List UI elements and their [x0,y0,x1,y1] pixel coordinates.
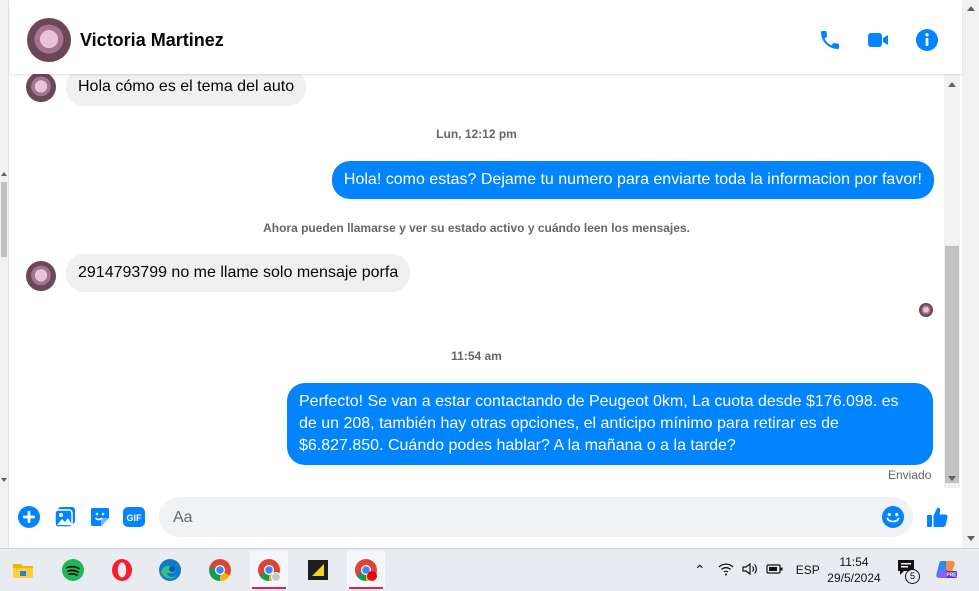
incoming-message[interactable]: Hola cómo es el tema del auto [66,74,307,106]
sender-avatar[interactable] [26,261,56,291]
scroll-up-arrow[interactable] [1,172,7,176]
gif-label: GIF [127,513,143,523]
message-composer: GIF [10,488,962,548]
message-input-container[interactable] [159,497,913,539]
message-timestamp: 11:54 am [451,349,502,363]
message-timestamp: Lun, 12:12 pm [436,127,517,141]
wifi-icon[interactable] [718,562,734,579]
page-scrollbar[interactable] [962,0,979,548]
chrome-icon[interactable] [201,551,239,589]
message-list-scrollbar[interactable] [944,74,960,488]
active-window-indicator [252,587,286,589]
scroll-up-arrow[interactable] [967,6,975,11]
message-list: Hola cómo es el tema del auto Lun, 12:12… [10,74,943,488]
copilot-icon[interactable]: PRE [934,558,958,582]
video-camera-icon[interactable] [866,28,890,52]
scroll-down-arrow[interactable] [967,536,975,541]
gif-icon[interactable]: GIF [122,505,146,529]
opera-icon[interactable] [103,551,141,589]
clock-time: 11:54 [839,555,869,569]
outgoing-message[interactable]: Hola! como estas? Dejame tu numero para … [331,161,934,199]
phone-icon[interactable] [818,28,842,52]
notification-count-badge: 5 [905,569,920,584]
scrollbar-thumb[interactable] [945,246,959,483]
incoming-message[interactable]: 2914793799 no me llame solo mensaje porf… [66,254,411,292]
photo-icon[interactable] [53,505,77,529]
notification-center-icon[interactable]: 5 [897,559,920,584]
system-clock[interactable]: 11:54 29/5/2024 [816,554,892,586]
edge-icon[interactable] [151,551,189,589]
message-line: $6.827.850. Cuándo podes hablar? A la ma… [299,437,736,454]
delivery-status: Enviado [888,468,932,482]
contact-avatar[interactable] [27,18,71,62]
speaker-icon[interactable] [742,562,758,579]
scroll-down-arrow[interactable] [948,476,956,481]
sticker-icon[interactable] [88,505,112,529]
scroll-down-arrow[interactable] [1,478,7,482]
windows-taskbar: ⌃ ESP 11:54 29/5/2024 5 PRE [0,548,979,591]
thumbs-up-icon[interactable] [926,505,950,529]
battery-icon[interactable] [766,563,784,578]
sender-avatar[interactable] [26,74,56,102]
emoji-icon[interactable] [881,505,905,529]
outer-scrollbar[interactable] [0,0,9,548]
message-line: Perfecto! Se van a estar contactando de … [299,393,899,410]
active-window-indicator [349,587,383,589]
system-notice: Ahora pueden llamarse y ver su estado ac… [263,221,690,235]
seen-receipt-avatar [919,303,933,317]
chrome-profile-window-icon[interactable] [250,551,288,589]
outgoing-message[interactable]: Perfecto! Se van a estar contactando de … [287,383,933,465]
system-tray: ⌃ ESP [694,549,820,591]
spotify-icon[interactable] [54,551,92,589]
scrollbar-thumb[interactable] [1,182,7,257]
scroll-up-arrow[interactable] [948,82,956,87]
conversation-header: Victoria Martinez [10,6,962,74]
sticky-app-icon[interactable] [299,551,337,589]
contact-name[interactable]: Victoria Martinez [80,30,224,51]
chrome-notification-window-icon[interactable] [347,551,385,589]
chevron-up-icon[interactable]: ⌃ [694,562,706,579]
file-explorer-icon[interactable] [4,551,42,589]
clock-date: 29/5/2024 [827,571,881,585]
message-input[interactable] [171,497,865,539]
message-line: de un 208, también hay otras opciones, e… [299,415,839,432]
info-icon[interactable] [915,28,939,52]
plus-icon[interactable] [17,505,41,529]
svg-text:PRE: PRE [946,573,957,579]
